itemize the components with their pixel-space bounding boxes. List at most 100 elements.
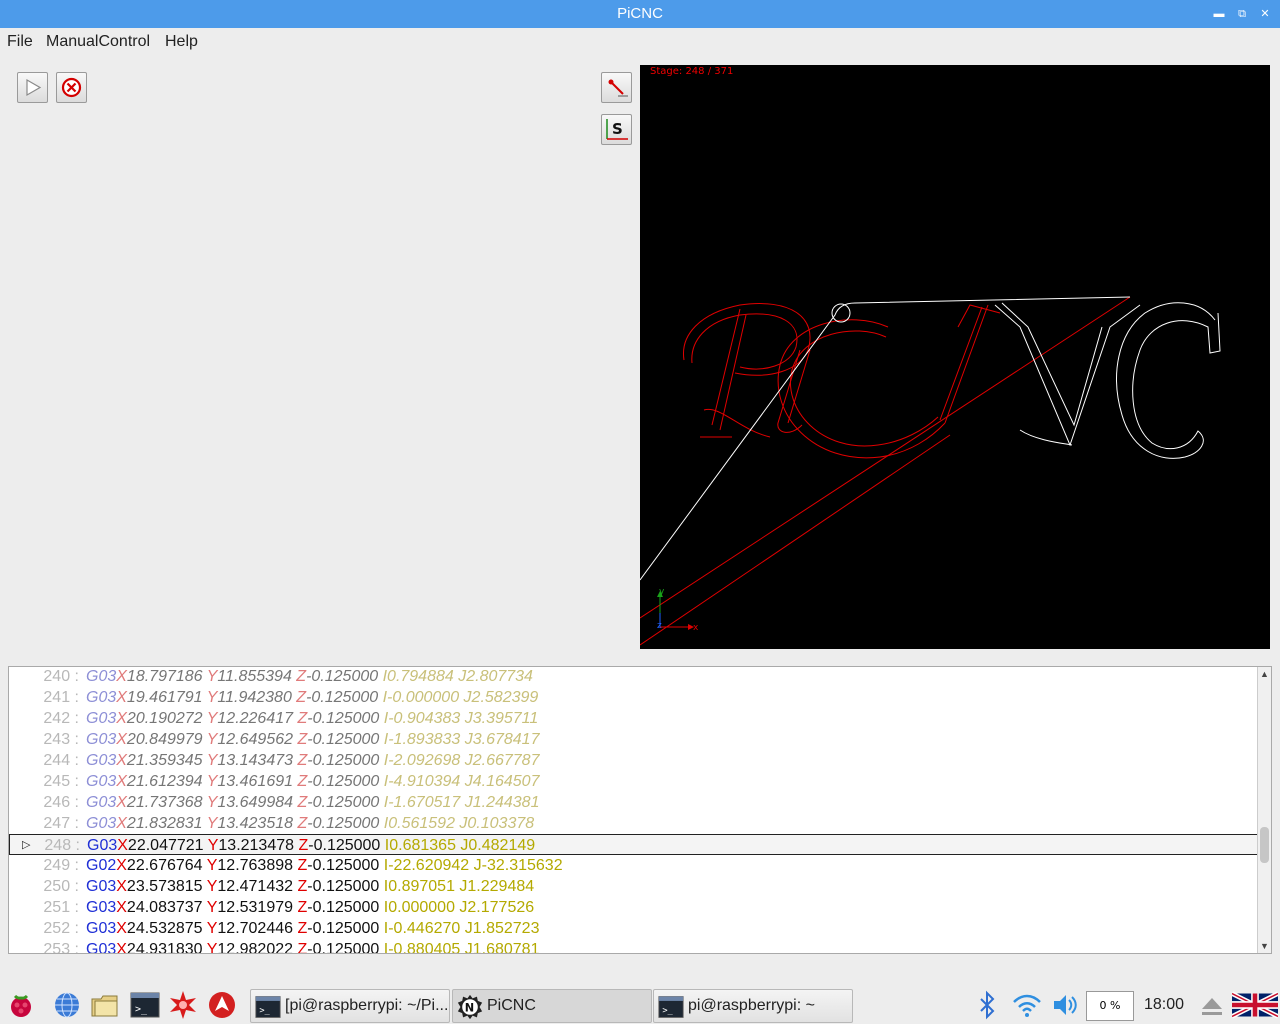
file-manager-icon[interactable] (90, 990, 120, 1020)
z-value: -0.125000 (308, 837, 381, 854)
y-value: 13.649984 (217, 794, 294, 811)
minimize-button[interactable]: ▬ (1209, 4, 1229, 24)
gcode-row[interactable]: 243 : G03X20.849979 Y12.649562 Z-0.125000… (9, 729, 1259, 750)
math-icon[interactable] (168, 990, 198, 1020)
g-word: G03 (86, 920, 117, 937)
wolfram-icon[interactable] (207, 990, 237, 1020)
svg-text:S: S (612, 120, 623, 138)
clock[interactable]: 18:00 (1144, 996, 1184, 1014)
eject-icon[interactable] (1199, 990, 1225, 1020)
z-value: -0.125000 (306, 689, 379, 706)
z-value: -0.125000 (307, 710, 380, 727)
svg-text:>_: >_ (135, 1004, 148, 1015)
task-terminal-picnc[interactable]: >_ [pi@raspberrypi: ~/Pi... (250, 989, 450, 1023)
line-number: 242 : (43, 710, 79, 727)
wifi-icon[interactable] (1011, 990, 1043, 1020)
z-value: -0.125000 (307, 941, 380, 954)
run-button[interactable] (17, 72, 48, 103)
cpu-monitor[interactable]: 0 % (1086, 991, 1134, 1021)
x-value: 22.676764 (126, 857, 203, 874)
menu-help[interactable]: Help (165, 33, 198, 51)
gcode-row[interactable]: 241 : G03X19.461791 Y11.942380 Z-0.125000… (9, 687, 1259, 708)
bluetooth-icon[interactable] (975, 990, 999, 1020)
gcode-row[interactable]: 244 : G03X21.359345 Y13.143473 Z-0.125000… (9, 750, 1259, 771)
scroll-up-icon[interactable]: ▲ (1258, 667, 1271, 681)
arc-center: I-22.620942 J-32.315632 (383, 857, 563, 874)
scroll-down-icon[interactable]: ▼ (1258, 939, 1271, 953)
arc-center: I0.000000 J2.177526 (383, 899, 535, 916)
stop-icon (61, 77, 82, 98)
line-number: 248 : (44, 837, 80, 854)
gcode-row[interactable]: 249 : G02X22.676764 Y12.763898 Z-0.125000… (9, 855, 1259, 876)
rapid-move-red (640, 296, 1131, 619)
y-value: 12.471432 (217, 878, 294, 895)
vertical-scrollbar[interactable]: ▲ ▼ (1257, 667, 1271, 953)
menu-file[interactable]: File (7, 33, 33, 51)
terminal-icon: >_ (255, 996, 281, 1018)
gcode-row-current[interactable]: ▷ 248 : G03X22.047721 Y13.213478 Z-0.12500… (9, 834, 1259, 855)
x-value: 20.849979 (126, 731, 203, 748)
y-value: 12.226417 (217, 710, 294, 727)
line-number: 251 : (43, 899, 79, 916)
restore-button[interactable]: ⧉ (1232, 4, 1252, 24)
window-title: PiCNC (617, 5, 663, 22)
line-number: 250 : (43, 878, 79, 895)
menu-manual-control[interactable]: ManualControl (46, 33, 150, 51)
letter-c2-outline (1116, 302, 1221, 459)
gcode-command: G03X19.461791 Y11.942380 Z-0.125000 I-0.… (86, 689, 539, 706)
g-word: G02 (86, 857, 117, 874)
gcode-row[interactable]: 246 : G03X21.737368 Y13.649984 Z-0.125000… (9, 792, 1259, 813)
y-value: 12.763898 (217, 857, 294, 874)
z-value: -0.125000 (307, 731, 380, 748)
g-word: G03 (86, 815, 117, 832)
toolpath-drawing: x y z (640, 296, 1221, 646)
gcode-row[interactable]: 253 : G03X24.931830 Y12.982022 Z-0.125000… (9, 939, 1259, 954)
gcode-list[interactable]: 240 : G03X18.797186 Y11.855394 Z-0.125000… (8, 666, 1272, 954)
gcode-command: G03X20.849979 Y12.649562 Z-0.125000 I-1.… (86, 731, 540, 748)
stop-button[interactable] (56, 72, 87, 103)
letter-c-outline (777, 319, 946, 459)
task-picnc[interactable]: N PiCNC (452, 989, 652, 1023)
gcode-row[interactable]: 252 : G03X24.532875 Y12.702446 Z-0.125000… (9, 918, 1259, 939)
gcode-command: G03X22.047721 Y13.213478 Z-0.125000 I0.6… (87, 837, 536, 854)
gcode-row[interactable]: 245 : G03X21.612394 Y13.461691 Z-0.125000… (9, 771, 1259, 792)
y-value: 13.143473 (217, 752, 294, 769)
line-number: 252 : (43, 920, 79, 937)
probe-button[interactable] (601, 72, 632, 103)
line-number: 246 : (43, 794, 79, 811)
z-value: -0.125000 (307, 794, 380, 811)
arc-center: I-1.893833 J3.678417 (383, 731, 540, 748)
line-number: 243 : (43, 731, 79, 748)
raspberry-menu-icon[interactable] (6, 990, 36, 1020)
browser-icon[interactable] (52, 990, 82, 1020)
letter-n-outline (994, 304, 1141, 447)
gcode-row[interactable]: 240 : G03X18.797186 Y11.855394 Z-0.125000… (9, 667, 1259, 687)
gcode-row[interactable]: 250 : G03X23.573815 Y12.471432 Z-0.125000… (9, 876, 1259, 897)
play-icon (26, 78, 42, 97)
g-word: G03 (86, 752, 117, 769)
scrollbar-thumb[interactable] (1260, 827, 1269, 863)
arc-center: I0.681365 J0.482149 (384, 837, 536, 854)
terminal-icon[interactable]: >_ (130, 990, 160, 1020)
line-number: 245 : (43, 773, 79, 790)
y-value: 13.461691 (217, 773, 294, 790)
line-number: 244 : (43, 752, 79, 769)
arc-center: I-0.000000 J2.582399 (382, 689, 539, 706)
volume-icon[interactable] (1050, 990, 1080, 1020)
gcode-command: G03X24.083737 Y12.531979 Z-0.125000 I0.0… (86, 899, 535, 916)
gcode-row[interactable]: 251 : G03X24.083737 Y12.531979 Z-0.125000… (9, 897, 1259, 918)
gcode-row[interactable]: 242 : G03X20.190272 Y12.226417 Z-0.125000… (9, 708, 1259, 729)
keyboard-layout-flag-icon[interactable] (1232, 990, 1278, 1020)
close-button[interactable]: ✕ (1255, 4, 1275, 24)
spindle-button[interactable]: S (601, 114, 632, 145)
arc-center: I0.794884 J2.807734 (382, 668, 533, 685)
gcode-row[interactable]: 247 : G03X21.832831 Y13.423518 Z-0.125000… (9, 813, 1259, 834)
task-terminal-home[interactable]: >_ pi@raspberrypi: ~ (653, 989, 853, 1023)
y-value: 12.531979 (217, 899, 294, 916)
toolpath-viewer[interactable]: x y z Stage: 248 / 371 (640, 65, 1270, 649)
task-label: PiCNC (487, 997, 536, 1014)
g-word: G03 (86, 689, 117, 706)
gcode-command: G03X24.532875 Y12.702446 Z-0.125000 I-0.… (86, 920, 540, 937)
svg-text:>_: >_ (259, 1006, 270, 1016)
task-label: pi@raspberrypi: ~ (688, 997, 815, 1014)
